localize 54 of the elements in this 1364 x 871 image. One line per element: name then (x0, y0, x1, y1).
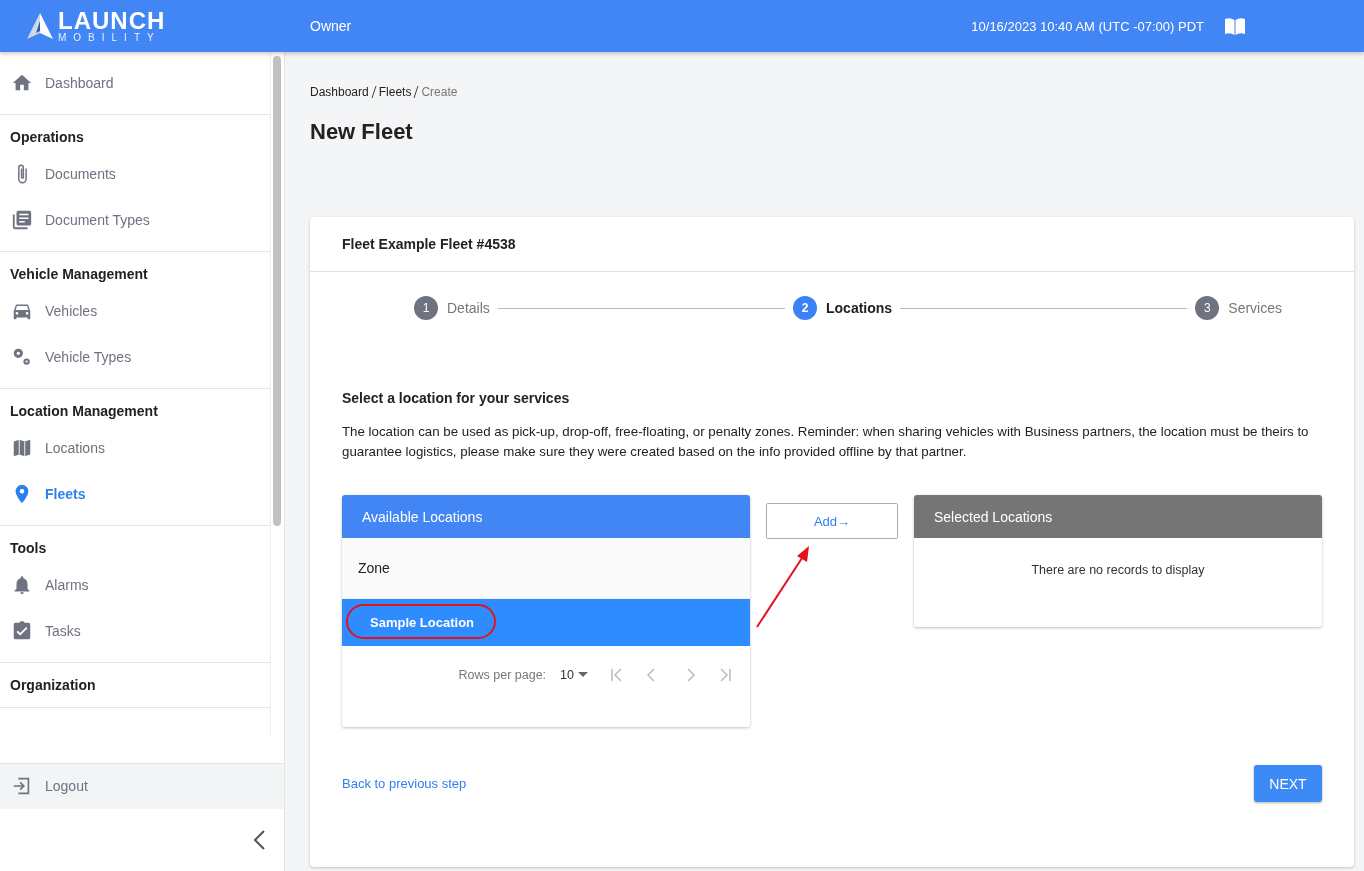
next-button[interactable]: NEXT (1254, 765, 1322, 802)
sidebar-heading: Tools (9, 539, 48, 558)
document-stack-icon (11, 209, 33, 231)
column-header: Zone (342, 538, 750, 599)
panel-header: Available Locations (342, 495, 750, 538)
page-title: New Fleet (310, 119, 414, 145)
add-button[interactable]: Add→ (766, 503, 898, 539)
sidebar-heading: Location Management (9, 402, 159, 421)
logo-subtitle: MOBILITY (58, 33, 162, 43)
sidebar-item[interactable]: Vehicles (0, 288, 270, 334)
step-label: Details (447, 300, 490, 316)
slash-icon (370, 85, 377, 99)
sidebar-item[interactable]: Tasks (0, 608, 270, 654)
back-link[interactable]: Back to previous step (342, 776, 467, 791)
book-icon[interactable] (1224, 16, 1246, 36)
sidebar-heading: Organization (9, 676, 97, 695)
map-icon (11, 437, 33, 459)
step-number: 2 (793, 296, 817, 320)
clipboard-check-icon (11, 620, 33, 642)
slash-icon (413, 85, 420, 99)
description-text: The location can be used as pick-up, drop-off, free-floating, or penalty zones. Reminder: when sharing vehicles with Business partners, the location must be theirs to guarantee logistics, please make sure they were created based on the info provided offline by that partner. (342, 423, 1310, 461)
user-role: Owner (310, 18, 353, 34)
sidebar-item[interactable]: Document Types (0, 197, 270, 243)
date-time: 10/16/2023 10:40 AM (UTC -07:00) PDT (971, 18, 1204, 34)
step-label: Services (1228, 300, 1282, 316)
sidebar-item[interactable]: Locations (0, 425, 270, 471)
first-page-icon[interactable] (610, 668, 624, 682)
step-number: 3 (1195, 296, 1220, 320)
sidebar-item[interactable]: Vehicle Types (0, 334, 270, 380)
sidebar-heading: Operations (9, 128, 85, 147)
scrollbar[interactable] (273, 56, 281, 526)
card-title: Fleet Example Fleet #4538 (310, 217, 1354, 272)
logo-title: LAUNCH (58, 9, 166, 33)
rows-per-page-label: Rows per page: (458, 668, 547, 682)
panel-header: Selected Locations (914, 495, 1322, 538)
step-number: 1 (414, 296, 438, 320)
sidebar-item[interactable]: Dashboard (0, 60, 270, 106)
logout-item[interactable]: Logout (0, 762, 284, 809)
collapse-chevron-icon[interactable] (252, 829, 266, 851)
empty-message: There are no records to display (1030, 562, 1206, 579)
sidebar-item[interactable]: Fleets (0, 471, 270, 517)
sidebar-heading: Vehicle Management (9, 265, 149, 284)
last-page-icon[interactable] (718, 668, 732, 682)
sidebar-item[interactable]: Alarms (0, 562, 270, 608)
section-title: Select a location for your services (342, 390, 571, 406)
breadcrumb-link[interactable]: Dashboard (310, 85, 369, 99)
caret-icon (578, 672, 588, 678)
breadcrumb-current: Create (421, 85, 458, 99)
breadcrumb-link[interactable]: Fleets (378, 85, 412, 99)
table-row[interactable]: Sample Location (342, 599, 750, 646)
rocket-logo-icon (26, 12, 54, 40)
sidebar-item[interactable]: Documents (0, 151, 270, 197)
step-label: Locations (826, 300, 893, 316)
rows-per-page-select[interactable]: 10 (560, 668, 588, 682)
